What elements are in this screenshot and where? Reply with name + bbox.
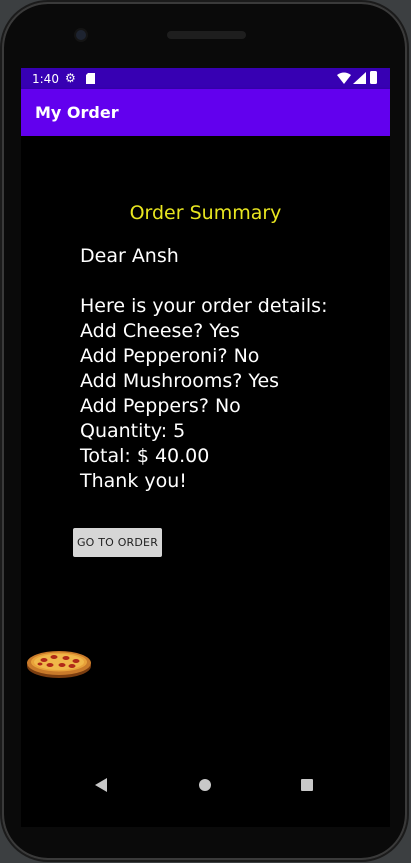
device-screen: 1:40 ⚙ My Order Order Summary Dear Ansh … xyxy=(21,68,390,827)
phone-frame: 1:40 ⚙ My Order Order Summary Dear Ansh … xyxy=(2,2,407,860)
earpiece-speaker xyxy=(167,31,246,39)
intro-text: Here is your order details: xyxy=(80,295,328,317)
battery-icon xyxy=(370,71,377,84)
app-bar: My Order xyxy=(21,89,390,136)
recents-icon[interactable] xyxy=(301,779,313,791)
signal-icon xyxy=(353,72,366,84)
order-details: Dear Ansh Here is your order details: Ad… xyxy=(80,244,327,494)
back-icon[interactable] xyxy=(95,778,107,792)
pizza-icon xyxy=(27,651,91,678)
greeting-text: Dear Ansh xyxy=(80,245,179,267)
go-to-order-button[interactable]: GO TO ORDER xyxy=(73,528,162,557)
mushrooms-line: Add Mushrooms? Yes xyxy=(80,370,280,392)
home-icon[interactable] xyxy=(199,779,211,791)
gear-icon: ⚙ xyxy=(65,71,76,85)
sd-card-icon xyxy=(86,73,95,84)
peppers-line: Add Peppers? No xyxy=(80,395,241,417)
navigation-bar xyxy=(21,766,390,806)
status-time: 1:40 xyxy=(32,72,59,86)
pepperoni-line: Add Pepperoni? No xyxy=(80,345,260,367)
thank-you-line: Thank you! xyxy=(80,470,187,492)
status-bar: 1:40 ⚙ xyxy=(21,68,390,89)
order-summary-heading: Order Summary xyxy=(129,202,282,224)
wifi-icon xyxy=(337,72,351,84)
front-camera xyxy=(76,30,86,40)
app-title: My Order xyxy=(35,103,119,122)
cheese-line: Add Cheese? Yes xyxy=(80,320,240,342)
total-line: Total: $ 40.00 xyxy=(80,445,210,467)
quantity-line: Quantity: 5 xyxy=(80,420,186,442)
